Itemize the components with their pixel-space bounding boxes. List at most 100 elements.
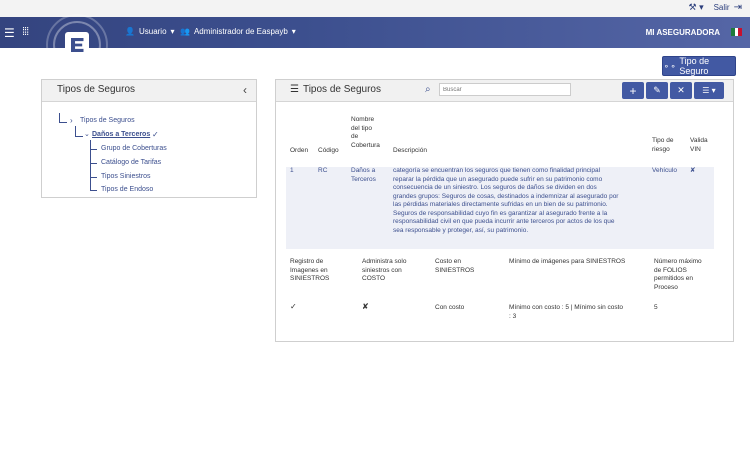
chevron-down-icon: ▾: [170, 27, 175, 36]
cell-descripcion-line: las pérdidas materiales directamente suf…: [393, 201, 608, 208]
detail-header-costo: Costo en SINIESTROS: [435, 258, 474, 275]
cell-descripcion-line: Seguros de responsabilidad cuyo fin es g…: [393, 209, 608, 217]
cell-valida-vin: ✘: [690, 167, 696, 174]
navbar: ☰ ⁞⁞⁞ 👤 Usuario ▾ 👥 Administrador de Eas…: [0, 14, 750, 76]
plus-icon: +: [629, 83, 637, 98]
tree-connector: [90, 140, 91, 190]
detail-panel-header: ☰ Tipos de Seguros ⌕ + ✎ ✕ ☰ ▾: [276, 80, 733, 102]
tree-leaf[interactable]: Tipos Siniestros: [101, 173, 151, 180]
brand-name: MI ASEGURADORA: [645, 28, 720, 37]
user-icon: 👤: [125, 27, 135, 36]
tree-node-child[interactable]: Daños a Terceros: [92, 131, 150, 138]
detail-header-folios-line: de FOLIOS: [654, 266, 687, 274]
top-strip-actions: ⚒ ▾ Salir ⇥: [689, 2, 743, 13]
col-header-tipo-riesgo-line: Tipo de: [652, 137, 674, 144]
col-header-codigo: Código: [318, 147, 339, 154]
chevron-down-icon: ▾: [291, 27, 296, 36]
detail-value-minimo-line: : 3: [509, 312, 517, 320]
tree-leaf[interactable]: Catálogo de Tarifas: [101, 159, 161, 166]
tree-connector: [90, 163, 97, 164]
logout-icon: ⇥: [733, 2, 742, 13]
detail-header-registro-line: SINIESTROS: [290, 275, 330, 282]
hamburger-menu-icon[interactable]: ☰: [4, 26, 15, 40]
tree-connector: [90, 177, 97, 178]
col-header-orden: Orden: [290, 147, 309, 154]
tree-leaf[interactable]: Grupo de Coberturas: [101, 145, 167, 152]
cell-descripcion-line: grandes grupos: Seguros de cosas, destin…: [393, 192, 619, 200]
cell-descripcion-line: categoría se encuentran los seguros que …: [393, 167, 601, 174]
tipo-seguro-label: Tipo de Seguro: [679, 56, 710, 76]
tree-connector: [90, 190, 97, 191]
users-group-icon: 👥: [180, 27, 190, 36]
menu-caret-icon: ☰ ▾: [702, 86, 716, 95]
cell-descripcion-line: sea responsable y proteger, así, su patr…: [393, 226, 529, 234]
cell-descripcion-line: reparar la pérdida que un asegurado pued…: [393, 175, 603, 183]
apps-grid-icon[interactable]: ⁞⁞⁞: [22, 26, 29, 38]
detail-header-folios-line: permitidos en: [654, 275, 694, 282]
detail-header-minimo: Mínimo de imágenes para SINIESTROS: [509, 258, 626, 265]
cell-nombre-line: Daños a: [351, 167, 376, 174]
search-input[interactable]: [439, 83, 571, 96]
col-header-descripcion: Descripción: [393, 147, 427, 154]
tree-panel-header: Tipos de Seguros ‹: [42, 80, 256, 102]
detail-header-folios-line: Proceso: [654, 283, 678, 291]
tree-connector: [75, 136, 83, 137]
detail-value-costo: Con costo: [435, 304, 465, 311]
col-header-nombre-line: Cobertura: [351, 141, 380, 149]
detail-value-folios: 5: [654, 304, 658, 311]
edit-button[interactable]: ✎: [646, 82, 668, 99]
add-button[interactable]: +: [622, 82, 644, 99]
detail-header-registro: Registro de Imagenes en SINIESTROS: [290, 258, 329, 284]
col-header-valida-vin-line: Valida: [690, 137, 708, 144]
detail-panel: ☰ Tipos de Seguros ⌕ + ✎ ✕ ☰ ▾ Orden Cód…: [275, 79, 734, 342]
tree-panel-title: Tipos de Seguros: [57, 84, 136, 95]
logout-link[interactable]: Salir ⇥: [714, 2, 742, 13]
detail-header-folios: Número máximo de FOLIOS permitidos en Pr…: [654, 258, 702, 292]
user-menu[interactable]: 👤 Usuario ▾: [125, 27, 175, 36]
col-header-nombre-line: del tipo: [351, 124, 372, 132]
detail-value-administra: ✘: [362, 302, 369, 311]
tree-node-root[interactable]: Tipos de Seguros: [80, 117, 135, 124]
detail-header-administra: Administra solo siniestros con COSTO: [362, 258, 406, 284]
tree-connector: [90, 149, 97, 150]
tree-connector: [59, 113, 60, 122]
detail-header-costo-line: SINIESTROS: [435, 266, 475, 274]
detail-header-registro-line: Registro de: [290, 258, 324, 265]
check-icon: ✓: [152, 130, 159, 139]
detail-panel-title-wrap: ☰ Tipos de Seguros: [290, 84, 381, 95]
shield-logo-icon: [65, 32, 89, 58]
collapse-chevron-icon[interactable]: ‹: [243, 83, 247, 97]
tree-connector: [59, 122, 67, 123]
category-icon: ⚬⚬: [663, 61, 677, 71]
admin-menu[interactable]: 👥 Administrador de Easpayb ▾: [180, 27, 296, 36]
search-box: ⌕: [425, 83, 577, 96]
tipo-seguro-button[interactable]: ⚬⚬ Tipo de Seguro: [662, 56, 736, 76]
col-header-nombre: Nombre del tipo de Cobertura: [351, 116, 380, 150]
close-icon: ✕: [677, 85, 685, 95]
col-header-tipo-riesgo-line: riesgo: [652, 145, 670, 153]
col-header-valida-vin-line: VIN: [690, 145, 701, 153]
col-header-valida-vin: Valida VIN: [690, 137, 708, 154]
tools-icon[interactable]: ⚒ ▾: [689, 2, 704, 13]
tree-collapse-icon[interactable]: ⌄: [84, 130, 90, 138]
logo-ring: [53, 21, 101, 69]
user-menu-label: Usuario: [138, 27, 167, 36]
admin-menu-label: Administrador de Easpayb: [193, 27, 288, 36]
detail-header-administra-line: siniestros con: [362, 266, 402, 274]
detail-value-minimo-line: Mínimo con costo : 5 | Mínimo sin costo: [509, 304, 624, 311]
options-menu-button[interactable]: ☰ ▾: [694, 82, 724, 99]
tree-leaf[interactable]: Tipos de Endoso: [101, 186, 153, 193]
search-icon: ⌕: [425, 84, 431, 95]
tree-connector: [75, 126, 76, 136]
col-header-nombre-line: Nombre: [351, 116, 375, 123]
logo[interactable]: [46, 14, 108, 76]
top-strip: ⚒ ▾ Salir ⇥: [0, 0, 750, 17]
tree-expand-icon[interactable]: ›: [70, 116, 73, 125]
delete-button[interactable]: ✕: [670, 82, 692, 99]
col-header-tipo-riesgo: Tipo de riesgo: [652, 137, 673, 154]
detail-header-registro-line: Imagenes en: [290, 266, 328, 274]
detail-panel-title: Tipos de Seguros: [302, 84, 381, 95]
cell-descripcion: categoría se encuentran los seguros que …: [393, 167, 649, 235]
mexico-flag-icon[interactable]: [731, 28, 743, 36]
tree-panel: Tipos de Seguros ‹ › Tipos de Seguros ⌄ …: [41, 79, 257, 198]
